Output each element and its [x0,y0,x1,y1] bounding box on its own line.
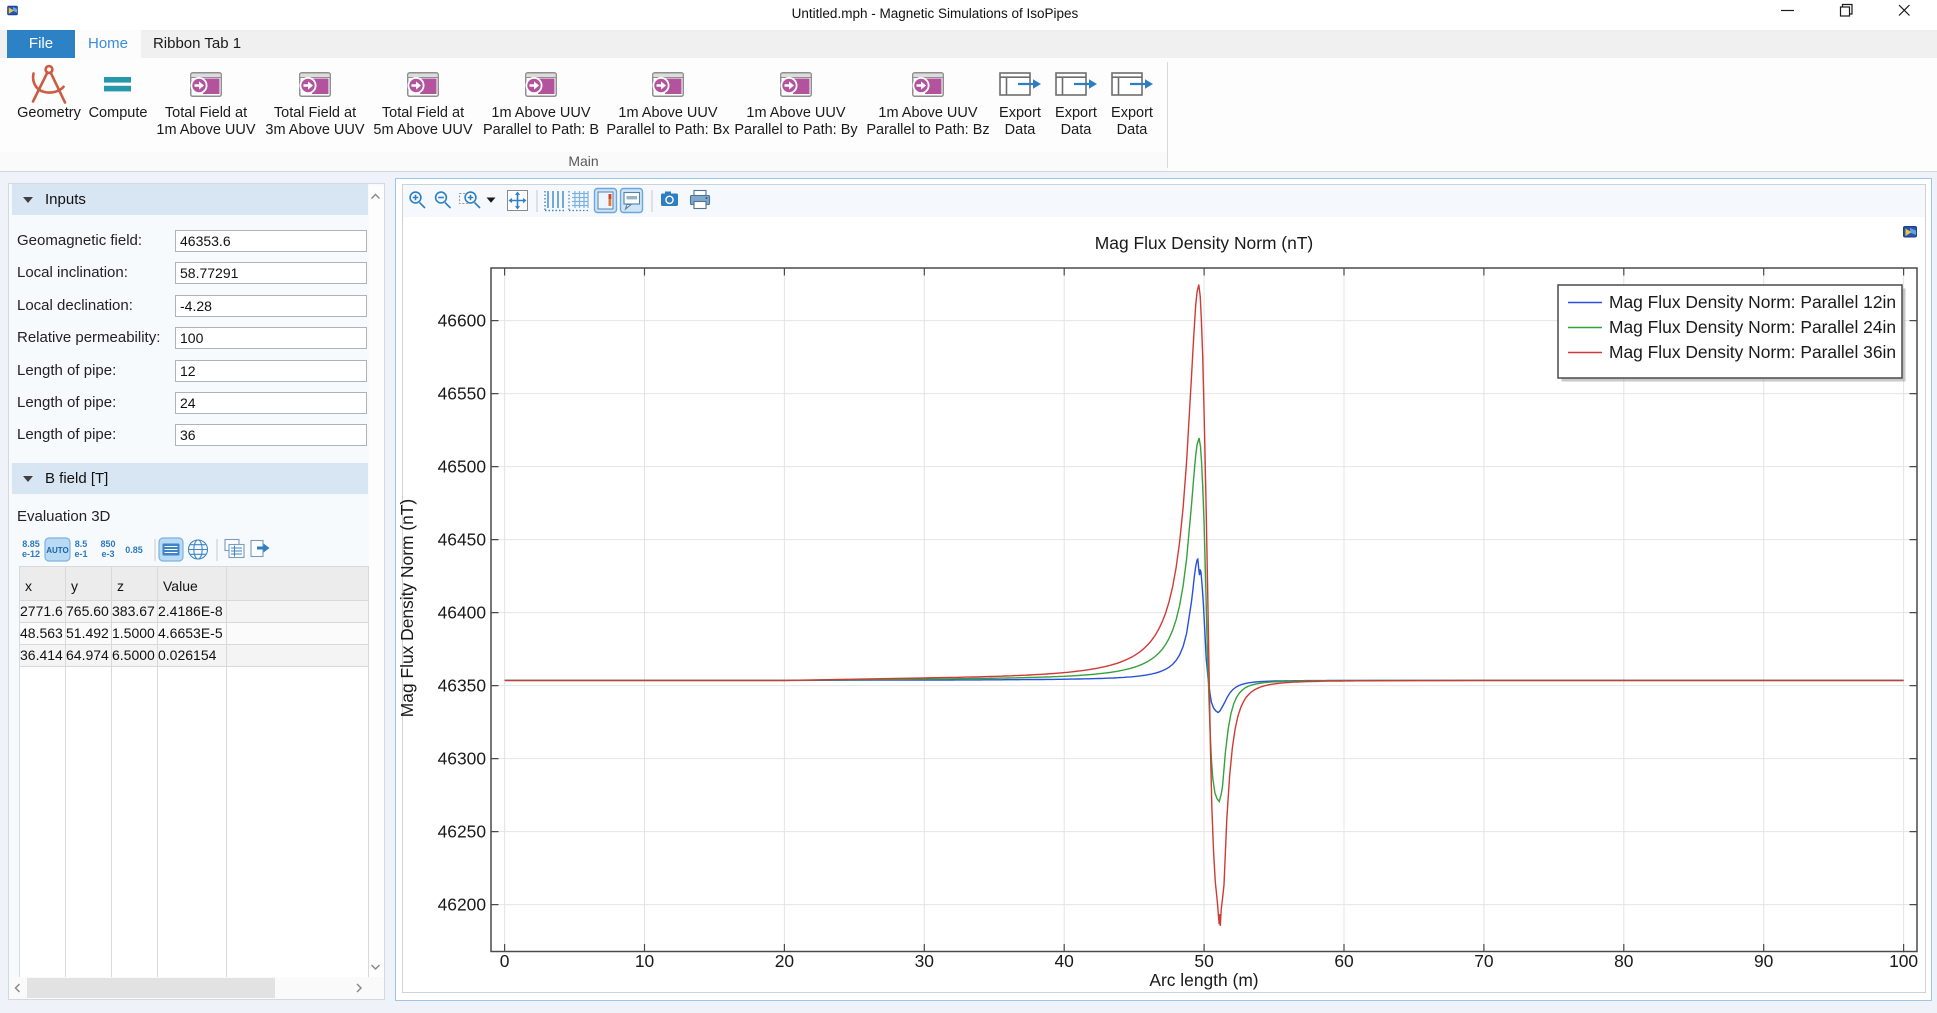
svg-text:0.85: 0.85 [125,545,143,555]
svg-text:Mag Flux Density Norm: Paralle: Mag Flux Density Norm: Parallel 24in [1609,317,1896,337]
svg-text:AUTO: AUTO [46,546,69,555]
svg-text:850: 850 [100,539,115,549]
svg-text:Mag Flux Density Norm (nT): Mag Flux Density Norm (nT) [397,499,417,717]
svg-text:20: 20 [775,951,794,971]
svg-text:70: 70 [1474,951,1493,971]
svg-text:30: 30 [915,951,934,971]
svg-text:46600: 46600 [438,311,486,331]
svg-text:46250: 46250 [438,822,486,842]
svg-text:100: 100 [1889,951,1918,971]
svg-text:Mag Flux Density Norm (nT): Mag Flux Density Norm (nT) [1095,233,1313,253]
svg-text:Mag Flux Density Norm: Paralle: Mag Flux Density Norm: Parallel 36in [1609,342,1896,362]
svg-text:46400: 46400 [438,603,486,623]
svg-text:Arc length (m): Arc length (m) [1149,970,1258,990]
svg-text:46300: 46300 [438,749,486,769]
svg-text:0: 0 [500,951,510,971]
svg-text:Mag Flux Density Norm: Paralle: Mag Flux Density Norm: Parallel 12in [1609,292,1896,312]
svg-text:46500: 46500 [438,457,486,477]
svg-text:e-3: e-3 [101,549,114,559]
svg-text:e-1: e-1 [74,549,87,559]
svg-text:46350: 46350 [438,676,486,696]
svg-text:50: 50 [1194,951,1213,971]
svg-text:46550: 46550 [438,384,486,404]
svg-text:8.85: 8.85 [22,539,40,549]
svg-text:40: 40 [1055,951,1074,971]
svg-text:90: 90 [1754,951,1773,971]
svg-text:10: 10 [635,951,654,971]
svg-text:46450: 46450 [438,530,486,550]
svg-text:46200: 46200 [438,895,486,915]
svg-text:60: 60 [1334,951,1353,971]
svg-text:8.5: 8.5 [75,539,88,549]
svg-text:80: 80 [1614,951,1633,971]
svg-text:e-12: e-12 [22,549,40,559]
